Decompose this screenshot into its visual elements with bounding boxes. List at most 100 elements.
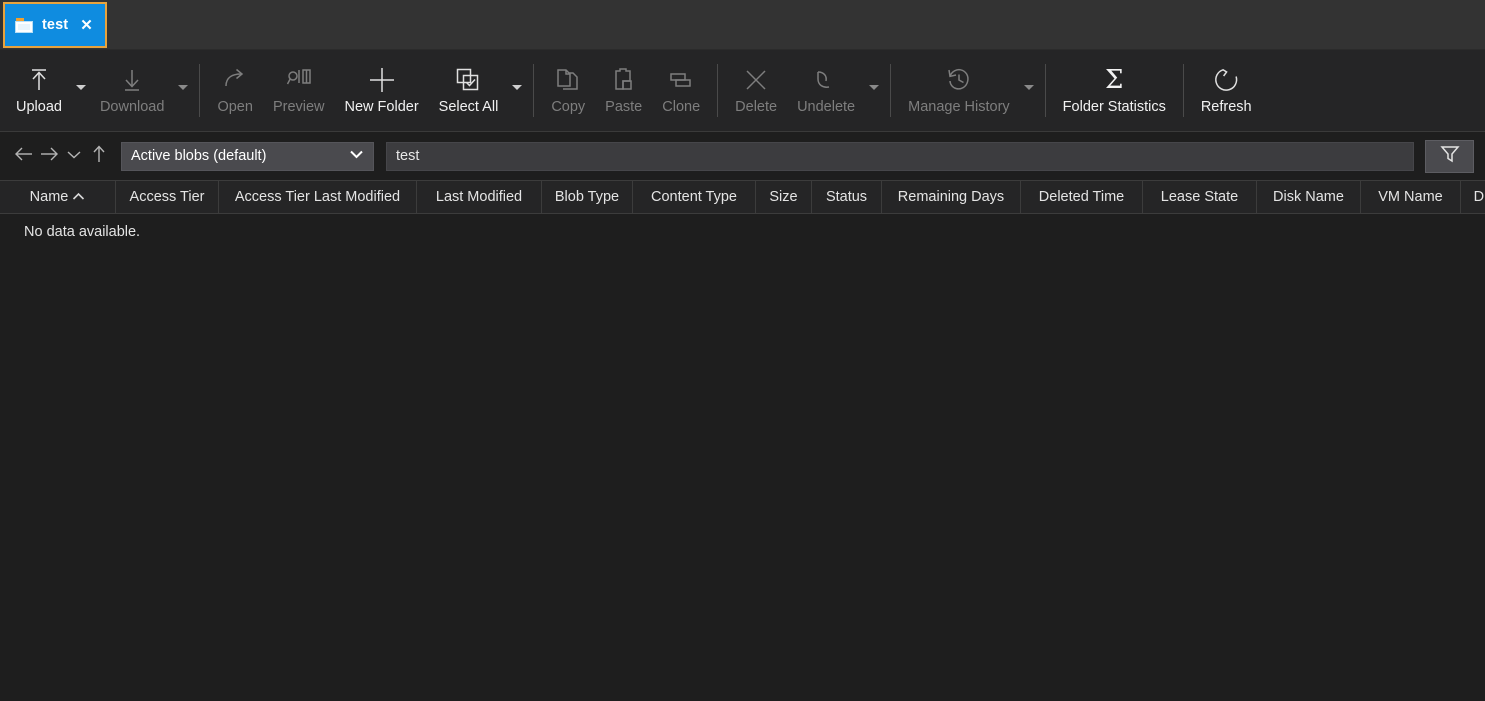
open-button[interactable]: Open — [207, 50, 262, 131]
column-header-lease-state[interactable]: Lease State — [1143, 181, 1257, 213]
empty-state-message: No data available. — [0, 214, 1485, 240]
back-button[interactable] — [11, 141, 36, 171]
column-header-label: Status — [826, 189, 867, 205]
toolbar-group-stats: Σ Folder Statistics — [1053, 50, 1176, 131]
clone-icon — [668, 63, 694, 97]
toolbar-separator — [717, 64, 718, 117]
refresh-button[interactable]: Refresh — [1191, 50, 1262, 131]
undelete-dropdown-caret[interactable] — [865, 50, 883, 131]
column-header-label: Size — [769, 189, 797, 205]
open-arrow-icon — [222, 63, 248, 97]
toolbar-group-items: Open Preview New Folder Select All — [207, 50, 526, 131]
column-header-label: Di — [1474, 189, 1485, 205]
table-header-row: Name Access Tier Access Tier Last Modified… — [0, 180, 1485, 214]
column-header-label: Deleted Time — [1039, 189, 1124, 205]
clone-button[interactable]: Clone — [652, 50, 710, 131]
undo-icon — [813, 63, 839, 97]
refresh-label: Refresh — [1201, 100, 1252, 116]
column-header-last-modified[interactable]: Last Modified — [417, 181, 542, 213]
chevron-down-icon — [65, 145, 83, 168]
blob-scope-selected-value: Active blobs (default) — [131, 148, 266, 164]
sigma-icon: Σ — [1105, 63, 1123, 97]
paste-label: Paste — [605, 100, 642, 116]
manage-history-dropdown-caret[interactable] — [1020, 50, 1038, 131]
close-icon[interactable]: ✕ — [77, 16, 94, 35]
column-header-label: Access Tier — [130, 189, 205, 205]
column-header-label: Access Tier Last Modified — [235, 189, 400, 205]
blob-scope-select[interactable]: Active blobs (default) — [121, 142, 374, 171]
select-all-button[interactable]: Select All — [429, 50, 509, 131]
manage-history-label: Manage History — [908, 100, 1010, 116]
column-header-status[interactable]: Status — [812, 181, 882, 213]
chevron-down-icon — [349, 148, 364, 164]
delete-label: Delete — [735, 100, 777, 116]
arrow-right-icon — [39, 145, 59, 168]
toolbar-separator — [199, 64, 200, 117]
download-dropdown-caret[interactable] — [174, 50, 192, 131]
download-button[interactable]: Download — [90, 50, 175, 131]
copy-label: Copy — [551, 100, 585, 116]
undelete-button[interactable]: Undelete — [787, 50, 865, 131]
column-header-di[interactable]: Di — [1461, 181, 1485, 213]
toolbar-separator — [890, 64, 891, 117]
copy-button[interactable]: Copy — [541, 50, 595, 131]
select-all-label: Select All — [439, 100, 499, 116]
undelete-label: Undelete — [797, 100, 855, 116]
column-header-label: Content Type — [651, 189, 737, 205]
tab-label: test — [42, 17, 68, 33]
plus-icon — [368, 63, 396, 97]
paste-button[interactable]: Paste — [595, 50, 652, 131]
toolbar-separator — [1045, 64, 1046, 117]
path-input[interactable] — [386, 142, 1414, 171]
new-folder-button[interactable]: New Folder — [335, 50, 429, 131]
column-header-label: Disk Name — [1273, 189, 1344, 205]
tab-test[interactable]: test ✕ — [3, 2, 107, 48]
select-all-dropdown-caret[interactable] — [508, 50, 526, 131]
column-header-label: Remaining Days — [898, 189, 1004, 205]
clone-label: Clone — [662, 100, 700, 116]
navigation-bar: Active blobs (default) — [0, 132, 1485, 180]
toolbar-separator — [533, 64, 534, 117]
preview-button[interactable]: Preview — [263, 50, 335, 131]
column-header-content-type[interactable]: Content Type — [633, 181, 756, 213]
forward-button[interactable] — [36, 141, 61, 171]
upload-icon — [26, 63, 52, 97]
history-clock-icon — [946, 63, 972, 97]
select-all-icon — [455, 63, 481, 97]
open-label: Open — [217, 100, 252, 116]
column-header-disk-name[interactable]: Disk Name — [1257, 181, 1361, 213]
funnel-filter-icon — [1440, 144, 1460, 169]
column-header-deleted-time[interactable]: Deleted Time — [1021, 181, 1143, 213]
column-header-name[interactable]: Name — [0, 181, 116, 213]
close-x-icon — [743, 63, 769, 97]
toolbar-group-transfer: Upload Download — [6, 50, 192, 131]
preview-label: Preview — [273, 100, 325, 116]
upload-button[interactable]: Upload — [6, 50, 72, 131]
filter-button[interactable] — [1425, 140, 1474, 173]
column-header-vm-name[interactable]: VM Name — [1361, 181, 1461, 213]
folder-statistics-label: Folder Statistics — [1063, 100, 1166, 116]
blob-list: Name Access Tier Access Tier Last Modified… — [0, 180, 1485, 701]
chevron-up-icon — [72, 189, 85, 205]
column-header-remaining-days[interactable]: Remaining Days — [882, 181, 1021, 213]
download-label: Download — [100, 100, 165, 116]
column-header-blob-type[interactable]: Blob Type — [542, 181, 633, 213]
folder-statistics-button[interactable]: Σ Folder Statistics — [1053, 50, 1176, 131]
column-header-size[interactable]: Size — [756, 181, 812, 213]
history-dropdown-button[interactable] — [61, 141, 86, 171]
up-button[interactable] — [86, 141, 111, 171]
blob-container-icon — [15, 18, 33, 33]
manage-history-button[interactable]: Manage History — [898, 50, 1020, 131]
delete-button[interactable]: Delete — [725, 50, 787, 131]
toolbar-group-clipboard: Copy Paste Clone — [541, 50, 710, 131]
toolbar-group-history: Manage History — [898, 50, 1038, 131]
column-header-label: VM Name — [1378, 189, 1442, 205]
column-header-access-tier-last-modified[interactable]: Access Tier Last Modified — [219, 181, 417, 213]
upload-dropdown-caret[interactable] — [72, 50, 90, 131]
toolbar-group-delete: Delete Undelete — [725, 50, 883, 131]
column-header-access-tier[interactable]: Access Tier — [116, 181, 219, 213]
tab-strip: test ✕ — [0, 0, 1485, 50]
main-toolbar: Upload Download Open Preview — [0, 50, 1485, 132]
refresh-icon — [1213, 63, 1239, 97]
column-header-label: Blob Type — [555, 189, 619, 205]
